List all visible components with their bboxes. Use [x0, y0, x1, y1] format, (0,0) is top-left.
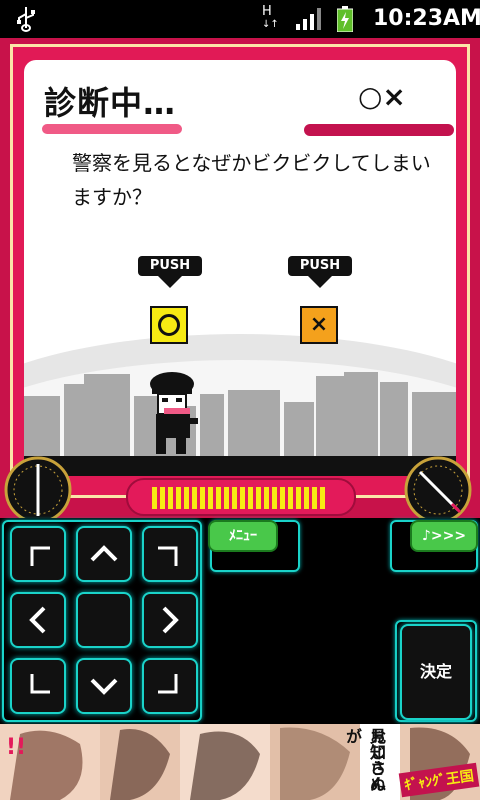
ad-text-2: おじさんが	[343, 728, 386, 792]
answer-yes-button[interactable]	[150, 306, 188, 344]
title-underline	[42, 124, 182, 134]
dpad-up-left-button[interactable]	[10, 526, 66, 582]
corner-icon	[158, 674, 178, 694]
left-gauge-icon	[4, 456, 72, 524]
city-scenery	[24, 334, 456, 476]
dpad-down-button[interactable]	[76, 658, 132, 714]
answer-label: ○×	[358, 80, 406, 113]
menu-button[interactable]: ﾒﾆｭｰ	[208, 520, 278, 552]
answer-underline	[304, 124, 454, 136]
chevron-left-icon	[29, 606, 46, 634]
dpad-center-button[interactable]	[76, 592, 132, 648]
clock: 10:23AM	[373, 6, 480, 31]
corner-icon	[30, 674, 50, 694]
chevron-down-icon	[90, 678, 118, 695]
answer-no-button[interactable]: ×	[300, 306, 338, 344]
push-label-no: PUSH	[288, 256, 352, 290]
dpad-up-right-button[interactable]	[142, 526, 198, 582]
ad-banner[interactable]: !! 見知らぬ おじさんが ｷﾞｬﾝｸﾞ王国	[0, 724, 480, 800]
ground-line	[24, 456, 456, 476]
svg-text:!!: !!	[6, 735, 26, 760]
network-type-icon: H ↓↑	[262, 4, 279, 30]
signal-icon	[296, 8, 321, 30]
dpad-down-right-button[interactable]	[142, 658, 198, 714]
dpad-right-button[interactable]	[142, 592, 198, 648]
chevron-up-icon	[90, 545, 118, 562]
status-bar: H ↓↑ 10:23AM	[0, 0, 480, 38]
next-button[interactable]: ♪>>>	[410, 520, 478, 552]
battery-icon	[337, 6, 353, 32]
decide-button[interactable]: 決定	[400, 624, 472, 720]
chevron-right-icon	[162, 606, 179, 634]
question-text: 警察を見るとなぜかビクビクしてしまいますか？	[72, 151, 431, 209]
corner-icon	[158, 546, 178, 566]
diagnosis-title: 診断中…	[44, 84, 177, 122]
game-device: 診断中… ○× 警察を見るとなぜかビクビクしてしまいますか？ PUSH PUSH…	[0, 38, 480, 524]
dpad-up-button[interactable]	[76, 526, 132, 582]
title-row: 診断中… ○×	[24, 60, 456, 136]
energy-meter	[126, 478, 356, 516]
corner-icon	[30, 546, 50, 566]
down-arrow-icon	[308, 276, 332, 288]
dpad-down-left-button[interactable]	[10, 658, 66, 714]
circle-icon	[158, 314, 180, 336]
dpad-left-button[interactable]	[10, 592, 66, 648]
right-gauge-icon	[404, 456, 472, 524]
usb-icon	[17, 7, 35, 32]
game-screen: 診断中… ○× 警察を見るとなぜかビクビクしてしまいますか？ PUSH PUSH…	[24, 60, 456, 476]
down-arrow-icon	[158, 276, 182, 288]
energy-bars	[152, 487, 325, 509]
push-label-yes: PUSH	[138, 256, 202, 290]
